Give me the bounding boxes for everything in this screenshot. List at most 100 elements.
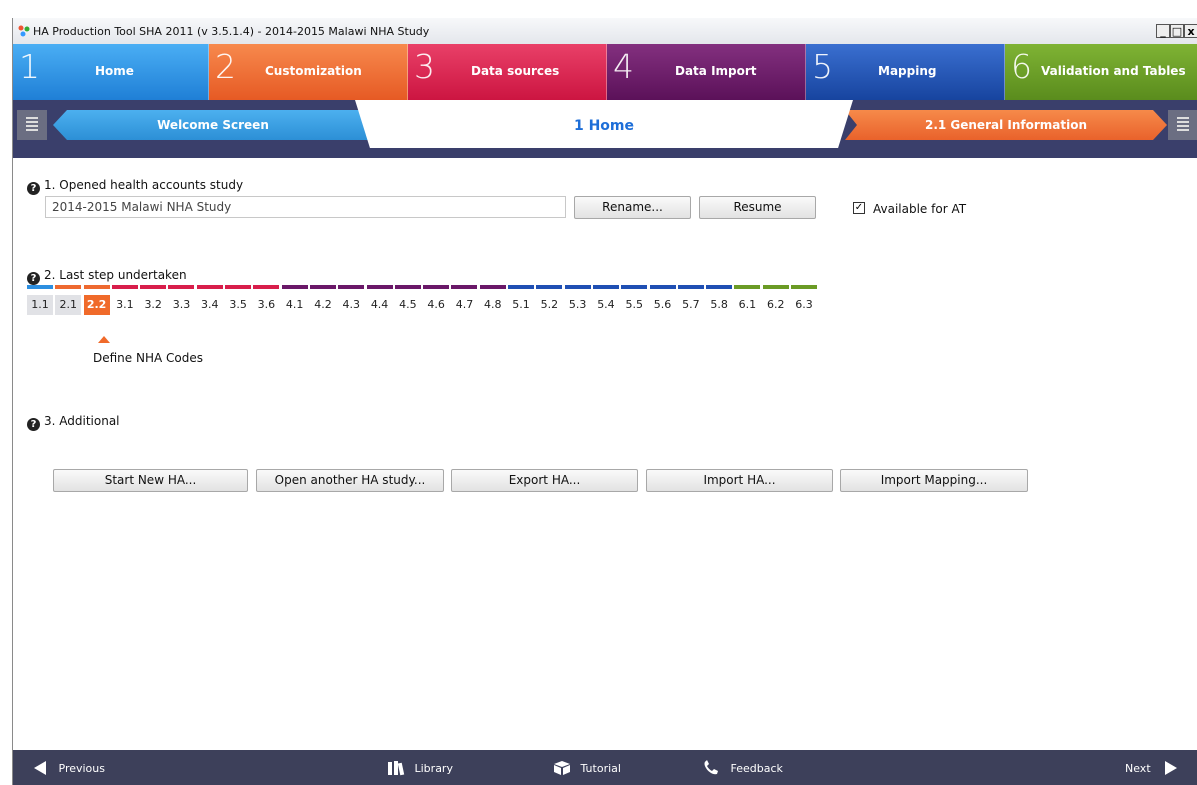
tab-validation-and-tables[interactable]: 6 Validation and Tables xyxy=(1005,44,1197,100)
tutorial-button[interactable]: Tutorial xyxy=(553,760,621,776)
step-color-bar xyxy=(338,285,365,289)
section-last-step: ? 2. Last step undertaken xyxy=(27,268,187,285)
tab-mapping[interactable]: 5 Mapping xyxy=(806,44,1005,100)
step-item[interactable]: 5.1 xyxy=(508,285,536,313)
step-item[interactable]: 5.4 xyxy=(592,285,621,313)
step-item[interactable]: 4.7 xyxy=(451,285,479,313)
tab-label: Home xyxy=(95,64,134,78)
step-label: 4.5 xyxy=(399,298,417,311)
step-color-bar xyxy=(196,285,223,289)
step-item[interactable]: 4.3 xyxy=(338,285,366,313)
help-icon[interactable]: ? xyxy=(27,182,40,195)
current-step-label: Define NHA Codes xyxy=(93,351,203,365)
step-item[interactable]: 4.4 xyxy=(366,285,395,313)
tutorial-label: Tutorial xyxy=(580,762,621,775)
step-color-bar xyxy=(309,285,336,289)
step-label: 5.8 xyxy=(710,298,728,311)
step-item[interactable]: 3.1 xyxy=(111,285,140,313)
step-color-bar xyxy=(508,285,535,289)
triangle-left-icon xyxy=(34,761,46,775)
help-icon[interactable]: ? xyxy=(27,418,40,431)
help-icon[interactable]: ? xyxy=(27,272,40,285)
step-progress-list: 1.1 2.1 2.2 3.1 3.2 3.3 3.4 3.5 3.6 4.1 4.2 4.3 4.4 4… xyxy=(27,285,819,315)
import-mapping-button[interactable]: Import Mapping... xyxy=(840,469,1028,492)
step-item[interactable]: 3.5 xyxy=(225,285,253,313)
step-label: 3.5 xyxy=(229,298,247,311)
step-item[interactable]: 2.1 xyxy=(55,285,83,315)
step-item[interactable]: 3.3 xyxy=(168,285,196,313)
step-color-bar xyxy=(677,285,704,289)
step-item[interactable]: 4.8 xyxy=(479,285,508,313)
start-new-ha-button[interactable]: Start New HA... xyxy=(53,469,248,492)
step-item[interactable]: 4.5 xyxy=(394,285,423,313)
maximize-button[interactable]: □ xyxy=(1170,24,1184,38)
available-for-at-checkbox[interactable]: ✓ xyxy=(853,202,865,214)
step-label: 3.4 xyxy=(201,298,219,311)
tab-label: Data sources xyxy=(471,64,560,78)
breadcrumb-next-button[interactable]: 2.1 General Information xyxy=(845,110,1167,140)
left-menu-button[interactable] xyxy=(17,110,47,140)
library-button[interactable]: Library xyxy=(387,760,453,776)
step-item[interactable]: 3.2 xyxy=(140,285,168,313)
step-color-bar xyxy=(592,285,619,289)
tab-customization[interactable]: 2 Customization xyxy=(209,44,408,100)
resume-button[interactable]: Resume xyxy=(699,196,816,219)
step-item[interactable]: 6.3 xyxy=(791,285,819,313)
step-item[interactable]: 6.2 xyxy=(762,285,791,313)
export-ha-button[interactable]: Export HA... xyxy=(451,469,638,492)
section-opened-study: ? 1. Opened health accounts study xyxy=(27,178,243,195)
feedback-button[interactable]: Feedback xyxy=(703,760,783,776)
step-label: 4.6 xyxy=(427,298,445,311)
step-item[interactable]: 2.2 xyxy=(83,285,112,315)
step-label: 1.1 xyxy=(27,295,53,315)
app-window: HA Production Tool SHA 2011 (v 3.5.1.4) … xyxy=(12,18,1197,785)
menu-icon xyxy=(26,117,38,133)
triangle-right-icon xyxy=(1165,761,1178,775)
step-label: 3.1 xyxy=(116,298,134,311)
step-item[interactable]: 5.5 xyxy=(621,285,649,313)
import-ha-button[interactable]: Import HA... xyxy=(646,469,833,492)
step-color-bar xyxy=(168,285,195,289)
step-item[interactable]: 5.8 xyxy=(706,285,734,313)
step-color-bar xyxy=(564,285,591,289)
step-item[interactable]: 5.2 xyxy=(536,285,564,313)
feedback-label: Feedback xyxy=(730,762,783,775)
step-label: 4.4 xyxy=(370,298,389,311)
open-another-study-button[interactable]: Open another HA study... xyxy=(256,469,444,492)
next-button[interactable]: Next xyxy=(1125,760,1178,776)
close-button[interactable]: x xyxy=(1184,24,1197,38)
step-item[interactable]: 6.1 xyxy=(734,285,762,313)
breadcrumb-prev-button[interactable]: Welcome Screen xyxy=(53,110,373,140)
step-item[interactable]: 4.2 xyxy=(309,285,338,313)
tab-label: Validation and Tables xyxy=(1041,64,1186,78)
step-color-bar xyxy=(83,285,110,289)
rename-button[interactable]: Rename... xyxy=(574,196,691,219)
step-label: 2.1 xyxy=(55,295,82,315)
right-menu-button[interactable] xyxy=(1168,110,1197,140)
minimize-button[interactable]: _ xyxy=(1156,24,1170,38)
step-label: 5.2 xyxy=(540,298,559,311)
step-item[interactable]: 5.3 xyxy=(564,285,593,313)
previous-button[interactable]: Previous xyxy=(33,760,105,776)
step-number: 6 xyxy=(1011,47,1032,86)
step-color-bar xyxy=(649,285,676,289)
step-item[interactable]: 1.1 xyxy=(27,285,55,315)
tab-data-sources[interactable]: 3 Data sources xyxy=(408,44,607,100)
step-item[interactable]: 4.6 xyxy=(423,285,451,313)
step-color-bar xyxy=(27,285,53,289)
step-item[interactable]: 3.4 xyxy=(196,285,225,313)
study-name-field[interactable]: 2014-2015 Malawi NHA Study xyxy=(45,196,566,218)
breadcrumb-prev-label: Welcome Screen xyxy=(157,118,269,132)
step-item[interactable]: 3.6 xyxy=(253,285,281,313)
step-label: 5.7 xyxy=(682,298,700,311)
step-item[interactable]: 4.1 xyxy=(281,285,310,313)
step-color-bar xyxy=(479,285,506,289)
tab-data-import[interactable]: 4 Data Import xyxy=(607,44,806,100)
step-label: 3.6 xyxy=(257,298,276,311)
step-label: 6.1 xyxy=(738,298,757,311)
step-color-bar xyxy=(366,285,393,289)
step-item[interactable]: 5.7 xyxy=(677,285,706,313)
step-color-bar xyxy=(140,285,167,289)
step-item[interactable]: 5.6 xyxy=(649,285,678,313)
tab-home[interactable]: 1 Home xyxy=(13,44,209,100)
